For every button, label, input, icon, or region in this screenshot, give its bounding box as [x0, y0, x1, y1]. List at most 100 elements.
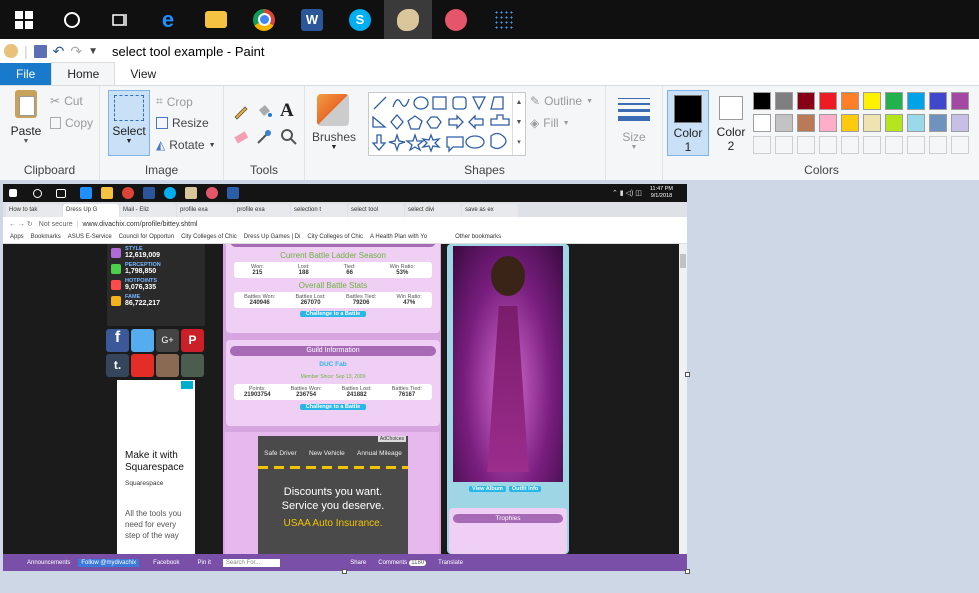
palette-swatch[interactable]	[885, 114, 903, 132]
inner-bookmark[interactable]: City Colleges of Chic	[181, 234, 237, 240]
tab-view[interactable]: View	[115, 63, 171, 85]
redo-icon[interactable]: ↷	[70, 43, 82, 60]
squarespace-ad[interactable]: Make it with Squarespace Squarespace All…	[117, 380, 195, 554]
inner-browser-tab[interactable]: profile exa	[177, 204, 233, 217]
canvas-workspace[interactable]: ⌃ ▮ ◁) ◫ 11:47 PM 9/1/2018 How to tak Dres…	[0, 180, 979, 593]
cut-button[interactable]: ✂ Cut	[50, 94, 83, 108]
resize-button[interactable]: Resize	[156, 116, 209, 130]
challenge-button-1[interactable]: Challenge to a Battle	[300, 311, 366, 317]
taskbar-chrome[interactable]	[240, 0, 288, 39]
youtube-icon[interactable]	[131, 354, 154, 377]
rotate-button[interactable]: ◭ Rotate ▼	[156, 138, 216, 152]
pencil-icon[interactable]	[232, 102, 250, 120]
palette-swatch[interactable]	[797, 92, 815, 110]
inner-bottom-item[interactable]: Facebook	[153, 560, 179, 566]
taskbar-file-explorer[interactable]	[192, 0, 240, 39]
color2-button[interactable]: Color 2	[711, 90, 751, 154]
inner-bottom-item[interactable]: Announcements	[27, 560, 70, 566]
inner-scrollbar[interactable]	[679, 244, 687, 554]
inner-bottom-item[interactable]: Share	[350, 560, 366, 566]
paint-canvas[interactable]: ⌃ ▮ ◁) ◫ 11:47 PM 9/1/2018 How to tak Dres…	[3, 184, 687, 571]
palette-swatch[interactable]	[753, 114, 771, 132]
select-button[interactable]: Select ▼	[108, 90, 150, 156]
palette-swatch[interactable]	[929, 92, 947, 110]
palette-swatch[interactable]	[907, 136, 925, 154]
palette-swatch[interactable]	[951, 136, 969, 154]
shapes-gallery[interactable]: ▲ ▼ ▾	[368, 92, 526, 156]
text-tool-icon[interactable]: A	[280, 100, 294, 122]
palette-swatch[interactable]	[775, 114, 793, 132]
copy-button[interactable]: Copy	[50, 116, 93, 130]
palette-swatch[interactable]	[885, 92, 903, 110]
tumblr-icon[interactable]: t.	[106, 354, 129, 377]
usaa-tab[interactable]: Annual Mileage	[357, 450, 402, 457]
crop-button[interactable]: ⌗ Crop	[156, 94, 193, 109]
inner-bookmark[interactable]: Bookmarks	[31, 234, 61, 240]
palette-swatch[interactable]	[907, 114, 925, 132]
eraser-icon[interactable]	[232, 128, 250, 146]
usaa-ad[interactable]: AdChoices Safe Driver New Vehicle Annual M…	[258, 436, 408, 554]
inner-bookmark[interactable]: ASUS E-Service	[68, 234, 112, 240]
taskbar-skype[interactable]: S	[336, 0, 384, 39]
taskbar-edge[interactable]: e	[144, 0, 192, 39]
twitter-icon[interactable]	[131, 329, 154, 352]
palette-swatch[interactable]	[951, 114, 969, 132]
outline-button[interactable]: ✎ Outline ▼	[530, 94, 593, 108]
inner-bottom-item[interactable]: Pin it	[198, 560, 211, 566]
taskbar-paint[interactable]	[384, 0, 432, 39]
task-view-button[interactable]	[96, 0, 144, 39]
inner-bookmark[interactable]: Council for Opportun	[119, 234, 174, 240]
palette-swatch[interactable]	[885, 136, 903, 154]
cortana-button[interactable]	[48, 0, 96, 39]
taskbar-app-dots[interactable]	[480, 0, 528, 39]
fill-button[interactable]: ◈ Fill ▼	[530, 116, 570, 130]
facebook-icon[interactable]: f	[106, 329, 129, 352]
tab-home[interactable]: Home	[51, 62, 116, 85]
palette-swatch[interactable]	[907, 92, 925, 110]
shapes-scroll[interactable]: ▲ ▼ ▾	[512, 93, 525, 155]
size-button[interactable]: Size ▼	[606, 86, 662, 180]
palette-swatch[interactable]	[775, 136, 793, 154]
deviantart-icon[interactable]	[181, 354, 204, 377]
google-plus-icon[interactable]: G+	[156, 329, 179, 352]
brushes-button[interactable]: Brushes ▼	[305, 86, 363, 180]
inner-url[interactable]: www.divachix.com/profile/bittey.shtml	[82, 221, 197, 228]
inner-browser-tab[interactable]: select divi	[405, 204, 461, 217]
inner-bottom-item[interactable]: Search For...	[222, 558, 281, 567]
canvas-resize-handle-right[interactable]	[685, 372, 690, 377]
palette-swatch[interactable]	[841, 92, 859, 110]
palette-swatch[interactable]	[863, 92, 881, 110]
palette-swatch[interactable]	[819, 136, 837, 154]
fill-bucket-icon[interactable]	[255, 102, 273, 120]
inner-bookmark[interactable]: City Colleges of Chic	[307, 234, 363, 240]
outfit-info-button[interactable]: Outfit Info	[508, 486, 542, 492]
inner-bottom-item[interactable]: 1180	[409, 559, 427, 566]
palette-swatch[interactable]	[929, 114, 947, 132]
inner-browser-tab[interactable]: Dress Up G	[63, 204, 119, 217]
palette-swatch[interactable]	[951, 92, 969, 110]
start-button[interactable]	[0, 0, 48, 39]
view-album-button[interactable]: View Album	[469, 486, 506, 492]
inner-bookmark[interactable]: Other bookmarks	[455, 234, 501, 240]
inner-bottom-item[interactable]: Comments	[378, 560, 407, 566]
palette-swatch[interactable]	[819, 114, 837, 132]
palette-swatch[interactable]	[753, 92, 771, 110]
inner-browser-tab[interactable]: Mail - Eliz	[120, 204, 176, 217]
inner-browser-tab[interactable]: save as ex	[462, 204, 518, 217]
paste-button[interactable]: Paste ▼	[6, 90, 46, 145]
palette-swatch[interactable]	[863, 136, 881, 154]
inner-browser-tab[interactable]: How to tak	[6, 204, 62, 217]
inner-bottom-item[interactable]: Translate	[438, 560, 463, 566]
usaa-tab[interactable]: Safe Driver	[264, 450, 297, 457]
challenge-button-2[interactable]: Challenge to a Battle	[300, 404, 366, 410]
inner-bottom-item[interactable]: Follow @mydivachix	[78, 558, 140, 567]
qat-customize-icon[interactable]: ▼	[88, 46, 98, 57]
inner-browser-tab[interactable]: profile exa	[234, 204, 290, 217]
palette-swatch[interactable]	[841, 114, 859, 132]
inner-bookmark[interactable]: Dress Up Games | Di	[244, 234, 301, 240]
inner-browser-tab[interactable]: select tool	[348, 204, 404, 217]
inner-bookmark[interactable]: Apps	[10, 234, 24, 240]
palette-swatch[interactable]	[775, 92, 793, 110]
palette-swatch[interactable]	[819, 92, 837, 110]
undo-icon[interactable]: ↶	[53, 43, 65, 60]
